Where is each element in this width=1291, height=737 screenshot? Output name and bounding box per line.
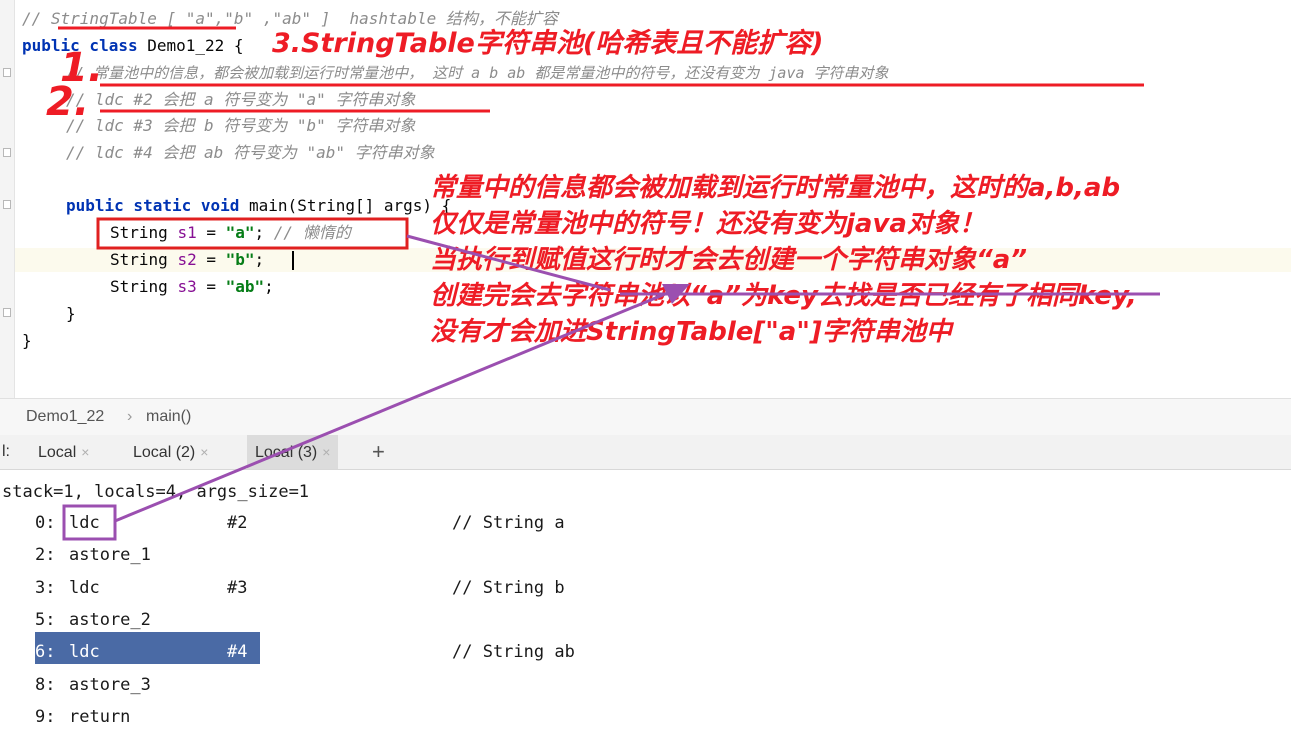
bytecode-offset: 2: [35,545,56,565]
bytecode-offset: 9: [35,707,56,727]
operator: = [196,277,226,296]
semicolon: ; [264,277,274,296]
add-tab-icon[interactable]: + [364,435,393,469]
fold-marker-icon[interactable] [3,68,11,77]
method-close-brace: } [66,304,76,323]
tab-label: Local (2) [133,444,196,461]
terminal-output[interactable] [0,470,1291,737]
bytecode-opcode: ldc [69,513,100,533]
main-keywords: public static void [66,196,240,215]
bytecode-opcode: ldc [69,642,100,662]
breadcrumb: Demo1_22 › main() [0,398,1291,436]
variable-name: s3 [177,277,197,296]
variable-name: s2 [177,250,197,269]
inline-comment: // 懒惰的 [264,223,351,242]
bytecode-offset: 5: [35,610,56,630]
main-method-declaration: public static void main(String[] args) { [66,196,451,216]
bytecode-comment: // String a [452,513,565,533]
bytecode-comment: // String b [452,578,565,598]
breadcrumb-separator: › [127,408,133,425]
terminal-tab-bar: l: Local × Local (2) × Local (3) × + [0,435,1291,470]
variable-name: s1 [177,223,197,242]
terminal-label: l: [2,443,10,460]
bytecode-opcode: ldc [69,578,100,598]
close-icon[interactable]: × [200,444,208,460]
fold-marker-icon[interactable] [3,148,11,157]
annotation-title: 3.StringTable字符串池(哈希表且不能扩容) [272,28,824,59]
annotation-line: 常量中的信息都会被加载到运行时常量池中，这时的a,b,ab [430,173,1121,203]
fold-marker-icon[interactable] [3,200,11,209]
bytecode-comment: // String ab [452,642,575,662]
bytecode-offset: 0: [35,513,56,533]
bytecode-offset: 6: [35,642,56,662]
string-literal: "ab" [225,277,265,296]
operator: = [196,223,226,242]
string-literal: "b" [225,250,255,269]
bytecode-offset: 3: [35,578,56,598]
fold-marker-icon[interactable] [3,308,11,317]
comment-ldc-2: // ldc #2 会把 a 符号变为 "a" 字符串对象 [66,90,416,109]
comment-ldc-4: // ldc #4 会把 ab 符号变为 "ab" 字符串对象 [66,143,435,162]
annotation-explanation: 常量中的信息都会被加载到运行时常量池中，这时的a,b,ab 仅仅是常量池中的符号… [430,170,1137,350]
bytecode-opcode: astore_1 [69,545,151,565]
tab-local[interactable]: Local × [30,435,97,469]
comment-ldc-3: // ldc #3 会把 b 符号变为 "b" 字符串对象 [66,116,416,135]
bytecode-argument: #3 [227,578,248,598]
bytecode-offset: 8: [35,675,56,695]
annotation-line: 没有才会加进StringTable["a"]字符串池中 [430,317,952,347]
code-line-s2: String s2 = "b"; [110,250,264,270]
class-name: Demo1_22 { [137,36,244,55]
editor-gutter [0,0,15,398]
breadcrumb-class[interactable]: Demo1_22 [26,408,104,426]
terminal-header: stack=1, locals=4, args_size=1 [2,482,310,502]
bytecode-argument: #2 [227,513,248,533]
type-name: String [110,223,178,242]
tab-local-2[interactable]: Local (2) × [125,435,216,469]
bytecode-opcode: astore_2 [69,610,151,630]
annotation-line: 仅仅是常量池中的符号！还没有变为java对象！ [430,209,985,239]
bytecode-argument: #4 [227,642,248,662]
annotation-line: 创建完会去字符串池以“a”为key去找是否已经有了相同key, [430,281,1137,311]
class-declaration: public class Demo1_22 { [22,36,244,56]
text-caret [292,251,294,270]
close-icon[interactable]: × [81,444,89,460]
semicolon: ; [254,250,265,269]
string-literal: "a" [225,223,255,242]
main-signature: main(String[] args) { [239,196,452,215]
tab-label: Local (3) [255,444,318,461]
semicolon: ; [254,223,265,242]
tab-label: Local [38,444,77,461]
comment-constant-pool: // 常量池中的信息，都会被加载到运行时常量池中， 这时 a b ab 都是常量… [66,64,889,82]
tab-local-3[interactable]: Local (3) × [247,435,339,469]
code-line-s1: String s1 = "a"; // 懒惰的 [110,223,351,243]
type-name: String [110,250,178,269]
annotation-line: 当执行到赋值这行时才会去创建一个字符串对象“a” [430,245,1028,275]
breadcrumb-method[interactable]: main() [146,408,191,426]
class-close-brace: } [22,331,32,350]
code-line-s3: String s3 = "ab"; [110,277,274,297]
operator: = [196,250,226,269]
type-name: String [110,277,178,296]
close-icon[interactable]: × [322,444,330,460]
annotation-number-2: 2. [46,79,90,125]
bytecode-opcode: astore_3 [69,675,151,695]
bytecode-opcode: return [69,707,131,727]
code-editor[interactable]: // StringTable [ "a","b" ,"ab" ] hashtab… [0,0,1291,398]
